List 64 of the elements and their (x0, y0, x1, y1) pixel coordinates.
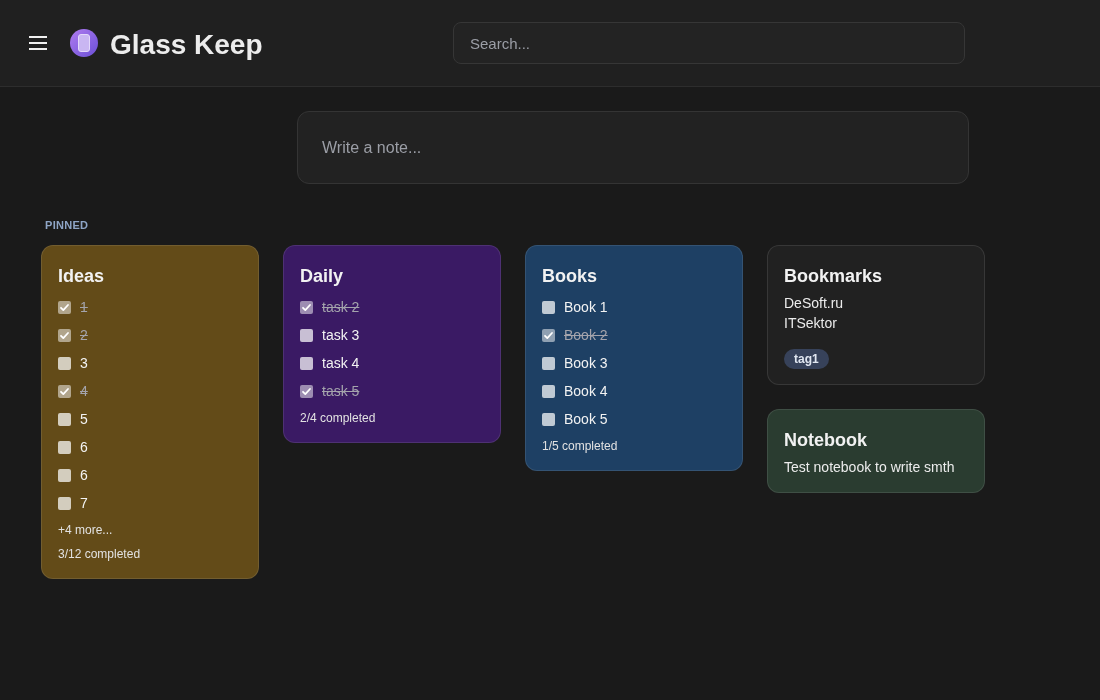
tick-icon (59, 329, 70, 341)
progress-text: 1/5 completed (542, 438, 618, 455)
note-card[interactable]: Notebook Test notebook to write smth (767, 409, 985, 493)
checkbox[interactable] (58, 356, 71, 370)
note-card[interactable]: Books Book 1 Book 2 Book 3 Book 4 Book 5 1/5 completed (525, 245, 743, 471)
checkbox[interactable] (300, 356, 313, 370)
checkbox[interactable] (58, 328, 71, 342)
checkbox[interactable] (300, 384, 313, 398)
tick-icon (301, 301, 312, 313)
checkbox[interactable] (300, 300, 313, 314)
checklist-item: 3 (80, 354, 88, 372)
checklist-item: task 4 (322, 354, 360, 372)
tick-icon (543, 329, 554, 341)
checkbox[interactable] (58, 300, 71, 314)
checkbox[interactable] (542, 328, 555, 342)
checkbox[interactable] (542, 412, 555, 426)
tick-icon (59, 385, 70, 397)
note-title: Notebook (784, 429, 868, 452)
more-items-link[interactable]: +4 more... (58, 521, 113, 539)
checklist-item: 4 (80, 382, 88, 400)
checkbox[interactable] (542, 384, 555, 398)
checkbox[interactable] (58, 412, 71, 426)
note-title: Books (542, 265, 598, 288)
progress-text: 2/4 completed (300, 410, 376, 427)
checkbox[interactable] (58, 384, 71, 398)
note-text: ITSektor (784, 314, 837, 333)
checkbox[interactable] (542, 356, 555, 370)
checkbox[interactable] (542, 300, 555, 314)
checklist-item: Book 4 (564, 382, 608, 400)
checkbox[interactable] (58, 496, 71, 510)
checklist-item: 6 (80, 466, 88, 484)
note-card[interactable]: Ideas 1 2 3 4 5 6 6 7 +4 more... 3/12 completed (41, 245, 259, 579)
checklist-item: Book 3 (564, 354, 608, 372)
checklist-item: task 2 (322, 298, 360, 316)
search-field[interactable]: Search... (453, 22, 965, 64)
checklist-item: task 3 (322, 326, 360, 344)
note-title: Bookmarks (784, 265, 884, 288)
note-card[interactable]: Daily task 2 task 3 task 4 task 5 2/4 completed (283, 245, 501, 443)
app-title: Glass Keep (110, 27, 263, 62)
checklist-item: task 5 (322, 382, 360, 400)
tag-chip[interactable]: tag1 (784, 349, 829, 369)
note-card[interactable]: Bookmarks DeSoft.ru ITSektor tag1 (767, 245, 985, 385)
progress-text: 3/12 completed (58, 546, 141, 563)
note-text: Test notebook to write smth (784, 458, 955, 477)
checklist-item: 6 (80, 438, 88, 456)
checklist-item: 5 (80, 410, 88, 428)
checklist-item: Book 2 (564, 326, 608, 344)
checklist-item: Book 5 (564, 410, 608, 428)
checklist-item: 7 (80, 494, 88, 512)
checklist-item: Book 1 (564, 298, 608, 316)
note-text: DeSoft.ru (784, 294, 844, 313)
menu-icon[interactable] (29, 36, 47, 50)
section-label: PINNED (45, 218, 90, 232)
tick-icon (59, 301, 70, 313)
checkbox[interactable] (58, 440, 71, 454)
checkbox[interactable] (58, 468, 71, 482)
checklist-item: 2 (80, 326, 88, 344)
note-title: Daily (300, 265, 345, 288)
checkbox[interactable] (300, 328, 313, 342)
logo-icon (70, 29, 98, 57)
checklist-item: 1 (80, 298, 88, 316)
tick-icon (301, 385, 312, 397)
note-title: Ideas (58, 265, 106, 288)
note-input[interactable]: Write a note... (297, 111, 969, 184)
